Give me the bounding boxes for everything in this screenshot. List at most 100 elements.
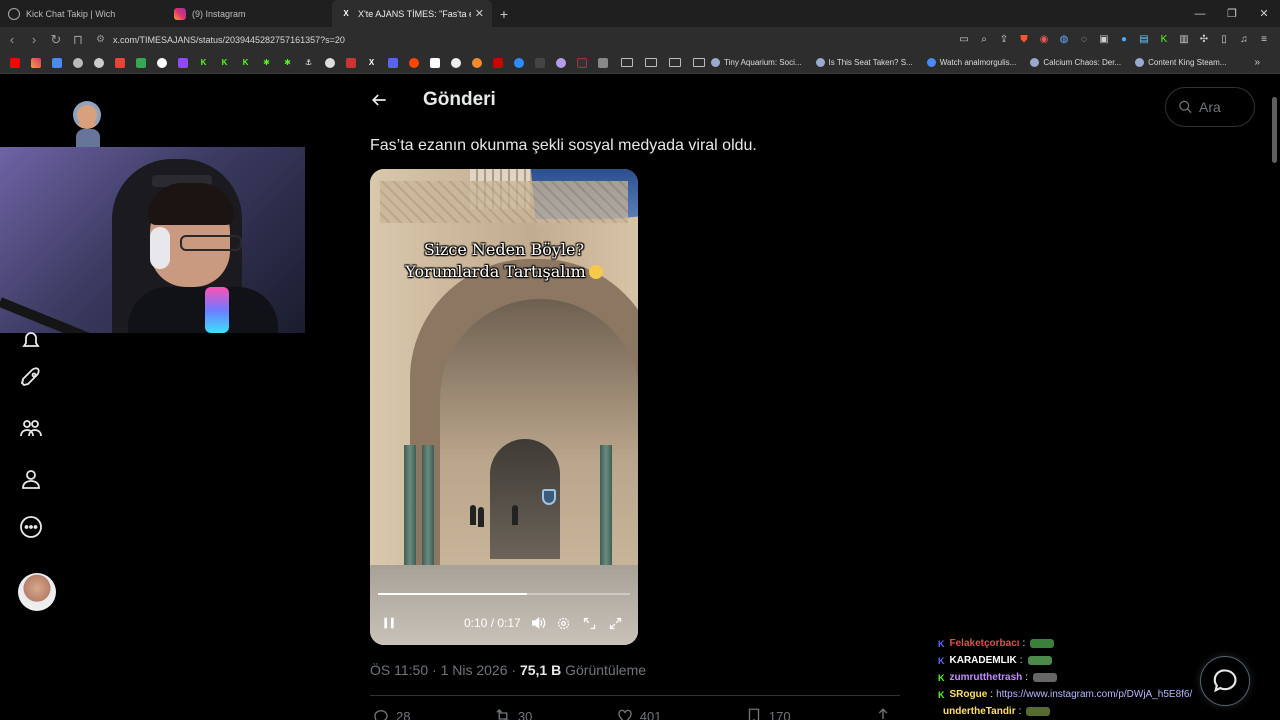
bookmark-icon[interactable]	[69, 55, 86, 71]
communities-icon[interactable]	[14, 411, 48, 445]
account-avatar[interactable]	[18, 573, 56, 611]
bookmark-link[interactable]: Is This Seat Taken? S...	[815, 58, 913, 67]
bookmark-icon[interactable]	[321, 55, 338, 71]
bookmark-link[interactable]: Watch analmorgulis...	[926, 58, 1016, 67]
menu-icon[interactable]: ≡	[1254, 30, 1274, 48]
back-arrow-icon[interactable]	[366, 87, 392, 113]
post-date[interactable]: 1 Nis 2026	[441, 662, 508, 678]
bookmark-link[interactable]: Tiny Aquarium: Soci...	[711, 58, 802, 67]
zoom-icon[interactable]: ⌕	[974, 30, 994, 48]
kick-icon[interactable]: K	[237, 55, 254, 71]
folder-icon[interactable]	[621, 58, 633, 67]
drive-icon[interactable]	[132, 55, 149, 71]
bookmark-icon[interactable]	[510, 55, 527, 71]
extensions-puzzle-icon[interactable]: ✣	[1194, 30, 1214, 48]
media-icon[interactable]: ♫	[1234, 30, 1254, 48]
instagram-icon[interactable]	[27, 55, 44, 71]
x-logo-icon[interactable]: X	[363, 55, 380, 71]
folder-icon[interactable]	[669, 58, 681, 67]
reddit-icon[interactable]	[405, 55, 422, 71]
like-button[interactable]: 401	[616, 707, 661, 720]
bookmark-icon[interactable]	[573, 55, 590, 71]
chat-username[interactable]: undertheTandir	[943, 706, 1016, 717]
search-box[interactable]	[1165, 87, 1255, 127]
extension-icon[interactable]: ●	[1114, 30, 1134, 48]
pause-icon[interactable]	[376, 610, 402, 636]
settings-gear-icon[interactable]	[551, 610, 577, 636]
kick-icon[interactable]: K	[216, 55, 233, 71]
folder-icon[interactable]	[693, 58, 705, 67]
bookmark-icon[interactable]: ✱	[258, 55, 275, 71]
share-icon[interactable]: ⇪	[994, 30, 1014, 48]
chat-username[interactable]: SRogue	[950, 689, 988, 700]
address-bar[interactable]: ⚙ x.com/TIMESAJANS/status/20394452827571…	[96, 29, 936, 50]
kick-icon[interactable]: K	[195, 55, 212, 71]
gmail-icon[interactable]	[111, 55, 128, 71]
picture-in-picture-icon[interactable]	[577, 610, 603, 636]
profile-icon[interactable]	[14, 462, 48, 496]
close-tab-icon[interactable]: ✕	[475, 7, 484, 20]
reply-button[interactable]: 28	[372, 707, 410, 720]
more-icon[interactable]	[14, 510, 48, 544]
back-icon[interactable]: ‹	[2, 30, 22, 50]
maximize-icon[interactable]: ❐	[1216, 0, 1248, 27]
reload-icon[interactable]: ↻	[46, 30, 66, 50]
browser-tab-instagram[interactable]: (9) Instagram	[166, 0, 332, 27]
extension-icon[interactable]: ▤	[1134, 30, 1154, 48]
bookmark-link[interactable]: Content King Steam...	[1135, 58, 1226, 67]
bookmark-icon[interactable]	[489, 55, 506, 71]
scrollbar-thumb[interactable]	[1272, 97, 1277, 163]
messages-button[interactable]	[1200, 656, 1250, 706]
extension-icon[interactable]: ▣	[1094, 30, 1114, 48]
video-player[interactable]: Sizce Neden Böyle? Yorumlarda Tartışalım…	[370, 169, 638, 645]
browser-tab-kick-chat[interactable]: Kick Chat Takip | Wich	[0, 0, 166, 27]
brave-shield-icon[interactable]: ⛊	[1014, 30, 1034, 48]
fullscreen-icon[interactable]	[603, 610, 629, 636]
twitch-icon[interactable]	[174, 55, 191, 71]
bookmark-icon[interactable]	[447, 55, 464, 71]
extension-icon[interactable]: ◉	[1034, 30, 1054, 48]
sidebar-icon[interactable]: ▯	[1214, 30, 1234, 48]
rocket-icon[interactable]	[14, 361, 48, 395]
bookmark-icon[interactable]	[153, 55, 170, 71]
bookmark-icon[interactable]	[342, 55, 359, 71]
chat-username[interactable]: Felaketçorbacı	[950, 638, 1020, 649]
chat-message-text[interactable]: https://www.instagram.com/p/DWjA_h5E8f6/	[996, 689, 1192, 700]
bookmark-icon[interactable]	[468, 55, 485, 71]
new-tab-button[interactable]: +	[492, 0, 516, 27]
more-bookmarks-icon[interactable]: »	[1254, 57, 1260, 68]
scrollbar[interactable]	[1270, 75, 1280, 720]
bookmark-icon[interactable]	[48, 55, 65, 71]
extension-icon[interactable]: ◌	[1074, 30, 1094, 48]
notifications-icon[interactable]	[14, 323, 48, 357]
browser-tab-x-post[interactable]: X X'te AJANS TİMES: "Fas'ta ez... ✕	[332, 0, 492, 27]
repost-button[interactable]: 30	[494, 707, 532, 720]
site-settings-icon[interactable]: ⚙	[96, 34, 105, 45]
extension-icon[interactable]: ▥	[1174, 30, 1194, 48]
search-input[interactable]	[1199, 99, 1254, 115]
post-time[interactable]: ÖS 11:50	[370, 662, 428, 678]
bookmark-icon[interactable]	[531, 55, 548, 71]
extension-icon[interactable]: K	[1154, 30, 1174, 48]
bookmark-icon[interactable]: ✱	[279, 55, 296, 71]
bookmark-icon[interactable]	[384, 55, 401, 71]
cast-icon[interactable]: ▭	[954, 30, 974, 48]
close-window-icon[interactable]: ✕	[1248, 0, 1280, 27]
bookmark-button[interactable]: 170	[745, 707, 791, 720]
bookmark-icon[interactable]	[426, 55, 443, 71]
bookmark-icon[interactable]	[90, 55, 107, 71]
bookmark-icon[interactable]	[552, 55, 569, 71]
chat-username[interactable]: zumrutthetrash	[950, 672, 1023, 683]
minimize-icon[interactable]: —	[1184, 0, 1216, 27]
bookmark-icon[interactable]	[594, 55, 611, 71]
volume-icon[interactable]	[525, 610, 551, 636]
extension-icon[interactable]: ◍	[1054, 30, 1074, 48]
bookmark-page-icon[interactable]: ⊓	[68, 30, 88, 50]
video-progress-bar[interactable]	[378, 593, 630, 595]
chat-username[interactable]: KARADEMLIK	[950, 655, 1017, 666]
share-button[interactable]	[874, 707, 892, 720]
forward-icon[interactable]: ›	[24, 30, 44, 50]
anchor-icon[interactable]: ⚓	[300, 55, 317, 71]
youtube-icon[interactable]	[6, 55, 23, 71]
bookmark-link[interactable]: Calcium Chaos: Der...	[1030, 58, 1121, 67]
